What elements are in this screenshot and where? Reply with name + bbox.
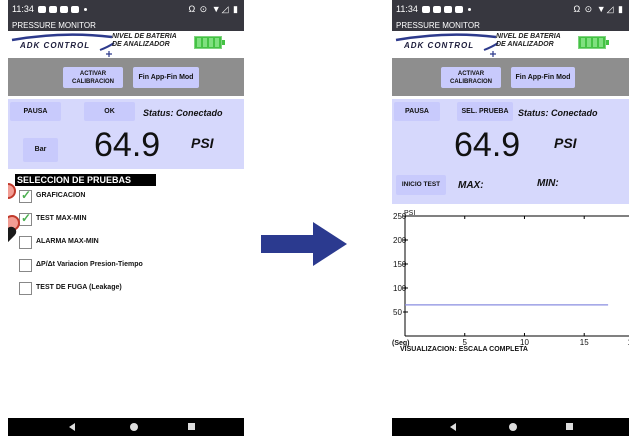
home-icon[interactable] bbox=[509, 423, 517, 431]
pressure-value: 64.9 bbox=[94, 126, 161, 164]
header-logo-area: ADK CONTROL NIVEL DE BATERIA DE ANALIZAD… bbox=[392, 31, 629, 58]
notification-icon bbox=[38, 6, 46, 13]
right-phone-screen: 11:34 Ω ⊙ ▼◿ ▮ PRESSURE MONITOR ADK CONT… bbox=[392, 0, 629, 436]
system-icons: Ω ⊙ ▼◿ ▮ bbox=[188, 4, 239, 14]
x-tick-label: 15 bbox=[580, 338, 589, 347]
activar-label: ACTIVAR bbox=[457, 71, 485, 77]
calibracion-label: CALIBRACION bbox=[450, 79, 492, 85]
right-arrow-icon bbox=[261, 222, 347, 266]
pressure-unit: PSI bbox=[191, 135, 214, 151]
pausa-button[interactable]: PAUSA bbox=[394, 102, 440, 121]
reading-panel: PAUSA SEL. PRUEBA Status: Conectado 64.9… bbox=[392, 99, 629, 204]
clock: 11:34 bbox=[12, 4, 34, 14]
status-bar: 11:34 Ω ⊙ ▼◿ ▮ bbox=[392, 0, 629, 20]
activar-calibracion-button[interactable]: ACTIVAR CALIBRACION bbox=[441, 67, 501, 88]
checkbox[interactable] bbox=[19, 236, 32, 249]
test-option-label: TEST MAX-MIN bbox=[36, 215, 87, 222]
bar-button[interactable]: Bar bbox=[23, 138, 58, 162]
system-icons: Ω ⊙ ▼◿ ▮ bbox=[573, 4, 624, 14]
battery-icon bbox=[194, 36, 225, 49]
brand-name: ADK CONTROL bbox=[404, 41, 475, 50]
recents-icon[interactable] bbox=[188, 423, 195, 430]
y-axis-label: PSI bbox=[404, 210, 415, 217]
min-label: MIN: bbox=[537, 178, 559, 189]
fin-app-button[interactable]: Fin App-Fin Mod bbox=[511, 67, 575, 88]
notification-icon bbox=[71, 6, 79, 13]
pressure-chart: 501001502002505101519PSI(Seg) bbox=[392, 210, 629, 347]
app-title: PRESSURE MONITOR bbox=[392, 20, 629, 31]
chart-caption: VISUALIZACION: ESCALA COMPLETA bbox=[400, 346, 528, 353]
fin-app-button[interactable]: Fin App-Fin Mod bbox=[133, 67, 199, 88]
checkbox[interactable]: ✓ bbox=[19, 188, 32, 203]
y-tick-label: 50 bbox=[393, 308, 402, 317]
activar-calibracion-button[interactable]: ACTIVAR CALIBRACION bbox=[63, 67, 123, 88]
notification-icon bbox=[444, 6, 452, 13]
status-bar: 11:34 Ω ⊙ ▼◿ ▮ bbox=[8, 0, 244, 20]
app-title: PRESSURE MONITOR bbox=[8, 20, 244, 31]
checkmark-icon: ✓ bbox=[21, 188, 32, 202]
connection-status: Status: Conectado bbox=[518, 108, 598, 118]
pressure-unit: PSI bbox=[554, 135, 577, 151]
y-tick-label: 150 bbox=[393, 260, 407, 269]
max-label: MAX: bbox=[458, 180, 484, 191]
left-phone-screen: 11:34 Ω ⊙ ▼◿ ▮ PRESSURE MONITOR ADK CONT… bbox=[8, 0, 244, 436]
back-icon[interactable] bbox=[450, 423, 456, 431]
checkmark-icon: ✓ bbox=[21, 211, 32, 225]
battery-label-line2: DE ANALIZADOR bbox=[496, 41, 554, 48]
dot-icon bbox=[84, 8, 87, 11]
header-logo-area: ADK CONTROL NIVEL DE BATERIA DE ANALIZAD… bbox=[8, 31, 244, 58]
checkbox[interactable] bbox=[19, 282, 32, 295]
notification-icon bbox=[433, 6, 441, 13]
ok-button[interactable]: OK bbox=[84, 102, 135, 121]
activar-label: ACTIVAR bbox=[79, 71, 107, 77]
back-icon[interactable] bbox=[69, 423, 75, 431]
checkbox[interactable]: ✓ bbox=[19, 211, 32, 226]
dot-icon bbox=[468, 8, 471, 11]
sel-prueba-button[interactable]: SEL. PRUEBA bbox=[457, 102, 513, 121]
battery-label-line1: NIVEL DE BATERIA bbox=[496, 33, 561, 40]
android-nav-bar bbox=[8, 418, 244, 436]
notification-icon bbox=[455, 6, 463, 13]
notification-icon bbox=[422, 6, 430, 13]
android-nav-bar bbox=[392, 418, 629, 436]
calibracion-label: CALIBRACION bbox=[72, 79, 114, 85]
notification-icon bbox=[60, 6, 68, 13]
test-option-label: ΔP/Δt Variacion Presion-Tiempo bbox=[36, 261, 143, 268]
test-option-label: ALARMA MAX-MIN bbox=[36, 238, 99, 245]
y-tick-label: 100 bbox=[393, 284, 407, 293]
clock: 11:34 bbox=[396, 4, 418, 14]
top-toolbar: ACTIVAR CALIBRACION Fin App-Fin Mod bbox=[392, 58, 629, 96]
home-icon[interactable] bbox=[130, 423, 138, 431]
test-option-label: GRAFICACION bbox=[36, 192, 86, 199]
pressure-value: 64.9 bbox=[454, 126, 521, 164]
recents-icon[interactable] bbox=[566, 423, 573, 430]
test-option-label: TEST DE FUGA (Leakage) bbox=[36, 284, 122, 291]
checkbox[interactable] bbox=[19, 259, 32, 272]
pausa-button[interactable]: PAUSA bbox=[10, 102, 61, 121]
selection-title: SELECCION DE PRUEBAS bbox=[15, 174, 156, 186]
battery-icon bbox=[578, 36, 609, 49]
battery-label-line1: NIVEL DE BATERIA bbox=[112, 33, 177, 40]
reading-panel: PAUSA OK Status: Conectado 64.9 PSI Bar bbox=[8, 99, 244, 169]
notification-icon bbox=[49, 6, 57, 13]
battery-label: NIVEL DE BATERIA DE ANALIZADOR bbox=[112, 33, 177, 49]
battery-label: NIVEL DE BATERIA DE ANALIZADOR bbox=[496, 33, 561, 49]
inicio-test-button[interactable]: INICIO TEST bbox=[396, 175, 446, 195]
battery-label-line2: DE ANALIZADOR bbox=[112, 41, 170, 48]
brand-name: ADK CONTROL bbox=[20, 41, 91, 50]
y-tick-label: 200 bbox=[393, 236, 407, 245]
top-toolbar: ACTIVAR CALIBRACION Fin App-Fin Mod bbox=[8, 58, 244, 96]
connection-status: Status: Conectado bbox=[143, 108, 223, 118]
